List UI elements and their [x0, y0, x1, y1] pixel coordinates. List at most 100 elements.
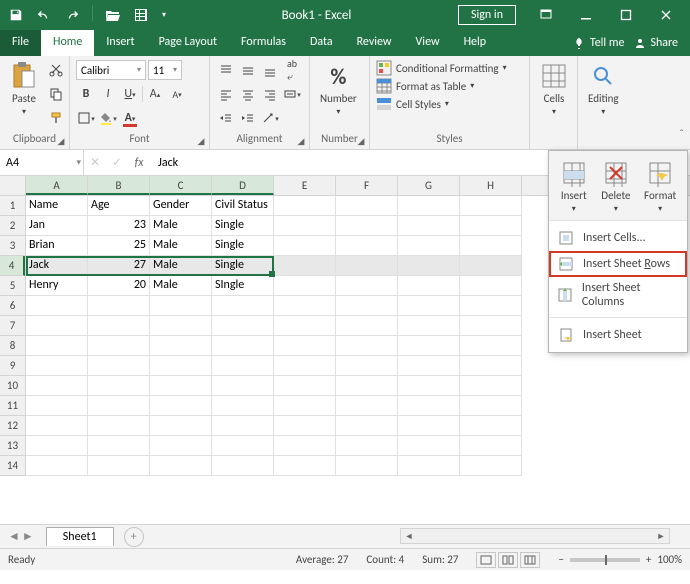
cell[interactable] [150, 396, 212, 416]
cancel-formula-icon[interactable]: ✕ [84, 155, 106, 170]
cell[interactable] [398, 276, 460, 296]
column-header[interactable]: H [460, 176, 522, 195]
row-header[interactable]: 9 [0, 356, 25, 376]
page-layout-view-icon[interactable] [498, 552, 518, 568]
decrease-indent-icon[interactable] [216, 108, 236, 128]
open-icon[interactable] [103, 5, 123, 25]
cell[interactable] [212, 456, 274, 476]
cell[interactable] [88, 376, 150, 396]
orientation-icon[interactable]: ▾ [260, 108, 280, 128]
cell[interactable] [460, 416, 522, 436]
cell-styles-button[interactable]: Cell Styles▾ [376, 96, 507, 112]
align-center-icon[interactable] [238, 84, 258, 104]
cell[interactable] [274, 236, 336, 256]
cell[interactable] [398, 296, 460, 316]
cell[interactable] [460, 316, 522, 336]
paste-button[interactable]: Paste▾ [6, 60, 42, 119]
cell[interactable] [274, 196, 336, 216]
cell[interactable] [88, 336, 150, 356]
row-header[interactable]: 8 [0, 336, 25, 356]
cell[interactable] [398, 436, 460, 456]
cell[interactable]: 23 [88, 216, 150, 236]
cell[interactable] [26, 416, 88, 436]
row-header[interactable]: 3 [0, 236, 25, 256]
share-button[interactable]: Share [634, 36, 678, 50]
cell[interactable] [88, 456, 150, 476]
cell[interactable] [26, 376, 88, 396]
signin-button[interactable]: Sign in [458, 5, 516, 25]
cell[interactable] [336, 396, 398, 416]
column-header[interactable]: B [88, 176, 150, 195]
cell[interactable]: Male [150, 236, 212, 256]
undo-icon[interactable] [34, 5, 54, 25]
cell[interactable]: Jan [26, 216, 88, 236]
save-icon[interactable] [6, 5, 26, 25]
align-middle-icon[interactable] [238, 60, 258, 80]
row-header[interactable]: 12 [0, 416, 25, 436]
minimize-icon[interactable] [568, 1, 604, 29]
cell[interactable] [336, 236, 398, 256]
alignment-launcher-icon[interactable]: ◢ [295, 135, 307, 147]
cell[interactable]: Male [150, 276, 212, 296]
font-color-icon[interactable]: A▾ [120, 108, 140, 128]
enter-formula-icon[interactable]: ✓ [106, 155, 128, 170]
tab-insert[interactable]: Insert [94, 30, 146, 56]
underline-button[interactable]: U▾ [120, 84, 140, 104]
cell[interactable]: Jack [26, 256, 88, 276]
menu-insert-sheet-columns[interactable]: Insert Sheet Columns [549, 277, 687, 313]
tab-home[interactable]: Home [41, 30, 94, 56]
cell[interactable] [212, 396, 274, 416]
cell[interactable] [398, 396, 460, 416]
cell[interactable] [274, 336, 336, 356]
font-launcher-icon[interactable]: ◢ [195, 135, 207, 147]
cell[interactable] [212, 356, 274, 376]
cell[interactable] [460, 236, 522, 256]
cell[interactable] [150, 436, 212, 456]
borders-icon[interactable]: ▾ [76, 108, 96, 128]
align-bottom-icon[interactable] [260, 60, 280, 80]
cell[interactable] [150, 456, 212, 476]
cell[interactable] [460, 296, 522, 316]
cell[interactable] [26, 436, 88, 456]
cell[interactable] [398, 416, 460, 436]
row-header[interactable]: 6 [0, 296, 25, 316]
cell[interactable] [336, 196, 398, 216]
cell[interactable]: Brian [26, 236, 88, 256]
font-size-combo[interactable]: 11▾ [148, 60, 182, 80]
cell[interactable] [212, 436, 274, 456]
cell[interactable] [398, 376, 460, 396]
row-header[interactable]: 4 [0, 256, 25, 276]
number-format-button[interactable]: % Number▾ [316, 60, 361, 119]
cell[interactable]: 27 [88, 256, 150, 276]
cell[interactable] [274, 296, 336, 316]
cell[interactable] [150, 416, 212, 436]
cell[interactable]: Civil Status [212, 196, 274, 216]
cell[interactable] [336, 296, 398, 316]
align-left-icon[interactable] [216, 84, 236, 104]
cells-area[interactable]: NameAgeGenderCivil StatusJan23MaleSingle… [26, 196, 522, 476]
cell[interactable] [460, 456, 522, 476]
scroll-right-icon[interactable]: ► [653, 531, 669, 542]
cell[interactable]: Single [212, 236, 274, 256]
cell[interactable] [26, 396, 88, 416]
normal-view-icon[interactable] [476, 552, 496, 568]
cell[interactable] [88, 356, 150, 376]
cell[interactable]: Male [150, 256, 212, 276]
cell[interactable] [336, 336, 398, 356]
row-header[interactable]: 5 [0, 276, 25, 296]
italic-button[interactable]: I [98, 84, 118, 104]
cell[interactable] [212, 416, 274, 436]
tab-page-layout[interactable]: Page Layout [147, 30, 229, 56]
fill-color-icon[interactable]: ▾ [98, 108, 118, 128]
zoom-out-button[interactable]: − [558, 553, 563, 566]
cell[interactable] [150, 316, 212, 336]
tab-file[interactable]: File [0, 30, 41, 56]
cell[interactable]: Gender [150, 196, 212, 216]
cell[interactable] [336, 416, 398, 436]
add-sheet-button[interactable]: + [124, 527, 144, 547]
select-all-corner[interactable] [0, 176, 26, 195]
cell[interactable] [212, 316, 274, 336]
cell[interactable] [88, 396, 150, 416]
cell[interactable] [26, 456, 88, 476]
cell[interactable] [336, 276, 398, 296]
